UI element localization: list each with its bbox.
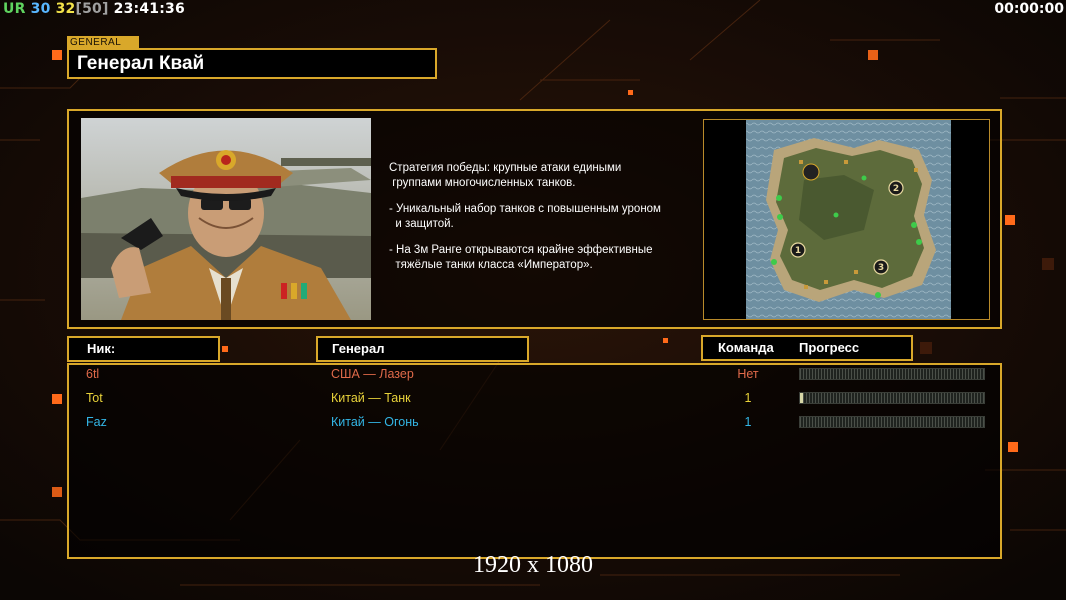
player-nick: 6tl xyxy=(86,367,100,381)
portrait-illustration xyxy=(81,118,371,320)
map-preview: 1 2 3 xyxy=(703,119,990,320)
player-row: 6tl США — Лазер Нет xyxy=(0,364,1066,386)
description-strategy: Стратегия победы: крупные атаки едиными … xyxy=(389,162,622,189)
player-row: Faz Китай — Огонь 1 xyxy=(0,412,1066,434)
player-team: Нет xyxy=(737,367,759,381)
player-team: 1 xyxy=(744,415,752,429)
player-progress-bar xyxy=(799,416,985,428)
hud-bracket-value: [50] xyxy=(75,1,109,17)
hud-value-a: 30 xyxy=(30,1,51,17)
hud-clock: 23:41:36 xyxy=(113,1,185,17)
player-general: Китай — Огонь xyxy=(331,415,419,429)
player-progress-bar xyxy=(799,392,985,404)
player-row: Tot Китай — Танк 1 xyxy=(0,388,1066,410)
player-nick: Tot xyxy=(86,391,103,405)
column-header-progress: Прогресс xyxy=(799,340,860,355)
player-general: Китай — Танк xyxy=(331,391,411,405)
description-tanks: - Уникальный набор танков с повышенным у… xyxy=(389,203,661,230)
player-nick: Faz xyxy=(86,415,107,429)
map-spawn-label: 2 xyxy=(893,184,899,194)
column-header-team: Команда xyxy=(718,340,774,355)
player-team: 1 xyxy=(744,391,752,405)
player-general: США — Лазер xyxy=(331,367,414,381)
hud-stats: UR 30 32[50] 23:41:36 xyxy=(3,1,185,17)
description-rank3: - На 3м Ранге открываются крайне эффекти… xyxy=(389,244,653,271)
general-portrait-image xyxy=(81,118,371,320)
player-progress-bar xyxy=(799,368,985,380)
hud-timer: 00:00:00 xyxy=(994,1,1064,17)
column-header-general: Генерал xyxy=(316,336,529,362)
column-header-nick: Ник: xyxy=(67,336,220,362)
map-spawn-label: 3 xyxy=(878,263,884,273)
general-name-title: Генерал Квай xyxy=(67,48,437,79)
map-spawn-label: 1 xyxy=(795,246,801,256)
resolution-label: 1920 x 1080 xyxy=(473,552,593,578)
column-header-team-progress: Команда Прогресс xyxy=(701,335,913,361)
hud-value-b: 32 xyxy=(55,1,76,17)
map-illustration: 1 2 3 xyxy=(704,120,989,319)
general-description: Стратегия победы: крупные атаки едиными … xyxy=(389,161,694,284)
hud-ur-label: UR xyxy=(3,1,26,17)
